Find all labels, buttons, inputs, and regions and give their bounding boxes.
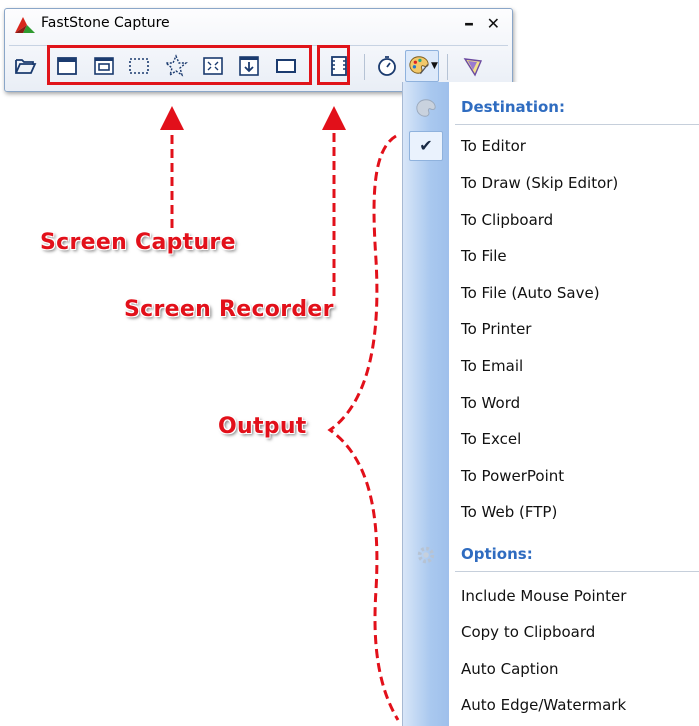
menu-item-auto-edge-watermark[interactable]: Auto Edge/Watermark xyxy=(403,687,699,723)
menu-header-options: Options: xyxy=(403,536,699,572)
menu-item-to-excel[interactable]: To Excel xyxy=(403,421,699,457)
menu-item-label: To File xyxy=(461,247,507,265)
output-destination-menu: Destination: ✔ To Editor To Draw (Skip E… xyxy=(402,82,699,726)
screen-recorder-annotation: Screen Recorder xyxy=(124,297,334,322)
menu-item-to-clipboard[interactable]: To Clipboard xyxy=(403,202,699,238)
menu-item-auto-caption[interactable]: Auto Caption xyxy=(403,651,699,687)
output-brace xyxy=(327,134,400,721)
screen-capture-annotation: Screen Capture xyxy=(40,230,236,255)
menu-item-label: To Clipboard xyxy=(461,211,554,229)
menu-item-to-editor[interactable]: ✔ To Editor xyxy=(403,128,699,164)
screen-recorder-arrow-head xyxy=(322,106,346,130)
minimize-button[interactable]: – xyxy=(464,11,474,35)
settings-icon[interactable] xyxy=(461,54,485,78)
menu-item-label: To PowerPoint xyxy=(461,467,565,485)
menu-item-label: Auto Edge/Watermark xyxy=(461,696,627,714)
menu-item-label: Copy to Clipboard xyxy=(461,623,596,641)
menu-item-to-printer[interactable]: To Printer xyxy=(403,311,699,347)
toolbar-separator xyxy=(447,54,448,80)
menu-item-label: To Web (FTP) xyxy=(461,503,558,521)
menu-item-label: To Word xyxy=(461,394,521,412)
menu-header-destination: Destination: xyxy=(403,89,699,125)
checkmark-icon: ✔ xyxy=(409,131,443,161)
capture-rectangular-region-icon[interactable] xyxy=(127,54,151,78)
window-title: FastStone Capture xyxy=(41,15,170,31)
menu-item-label: To Email xyxy=(461,357,524,375)
menu-item-to-file[interactable]: To File xyxy=(403,238,699,274)
capture-full-screen-icon[interactable] xyxy=(201,54,225,78)
capture-toolbar: ▼ xyxy=(9,45,508,86)
menu-item-label: To Editor xyxy=(461,137,526,155)
capture-active-window-icon[interactable] xyxy=(55,54,79,78)
capture-fixed-region-icon[interactable] xyxy=(274,54,298,78)
close-button[interactable]: ✕ xyxy=(487,14,500,33)
options-header-label: Options: xyxy=(461,545,533,563)
capture-window-object-icon[interactable] xyxy=(92,54,116,78)
toolbar-separator xyxy=(364,54,365,80)
menu-item-to-powerpoint[interactable]: To PowerPoint xyxy=(403,458,699,494)
menu-item-label: To File (Auto Save) xyxy=(461,284,600,302)
header-divider xyxy=(455,571,699,572)
menu-item-include-mouse-pointer[interactable]: Include Mouse Pointer xyxy=(403,578,699,614)
faststone-capture-window: FastStone Capture – ✕ ▼ xyxy=(4,8,513,92)
menu-item-label: Include Mouse Pointer xyxy=(461,587,627,605)
capture-freehand-region-icon[interactable] xyxy=(164,54,188,78)
output-destination-icon xyxy=(409,56,429,75)
menu-item-label: To Draw (Skip Editor) xyxy=(461,174,619,192)
menu-item-to-word[interactable]: To Word xyxy=(403,385,699,421)
header-divider xyxy=(455,124,699,125)
menu-item-label: Auto Caption xyxy=(461,660,559,678)
menu-item-to-draw[interactable]: To Draw (Skip Editor) xyxy=(403,165,699,201)
menu-item-copy-to-clipboard[interactable]: Copy to Clipboard xyxy=(403,614,699,650)
destination-header-label: Destination: xyxy=(461,98,565,116)
output-annotation: Output xyxy=(218,414,307,439)
menu-item-to-web-ftp[interactable]: To Web (FTP) xyxy=(403,494,699,530)
title-bar[interactable]: FastStone Capture – ✕ xyxy=(5,9,512,39)
screen-capture-arrow-head xyxy=(160,106,184,130)
menu-item-to-file-auto-save[interactable]: To File (Auto Save) xyxy=(403,275,699,311)
capture-scrolling-window-icon[interactable] xyxy=(237,54,261,78)
faststone-logo-icon xyxy=(15,17,35,33)
chevron-down-icon: ▼ xyxy=(431,61,438,71)
output-destination-button[interactable]: ▼ xyxy=(405,50,439,82)
delay-timer-icon[interactable] xyxy=(375,54,399,78)
menu-item-label: To Printer xyxy=(461,320,532,338)
gear-icon xyxy=(417,546,435,564)
open-folder-icon[interactable] xyxy=(13,54,37,78)
palette-icon xyxy=(416,99,436,117)
screen-recorder-icon[interactable] xyxy=(327,54,351,78)
menu-item-label: To Excel xyxy=(461,430,522,448)
menu-item-to-email[interactable]: To Email xyxy=(403,348,699,384)
